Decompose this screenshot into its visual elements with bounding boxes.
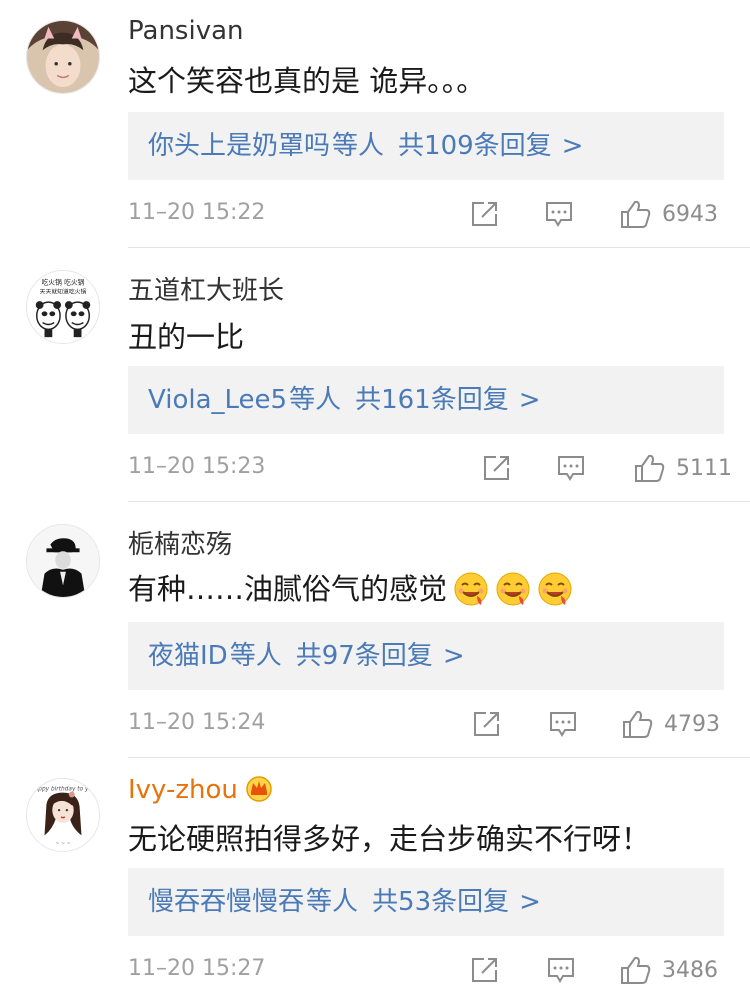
reply-count[interactable]: 共97条回复 — [296, 641, 433, 671]
share-icon — [472, 202, 497, 226]
comment-item: 栀楠恋殇 有种……油腻俗气的感觉 夜猫ID等人 共97条回复 > 11–20 15:… — [0, 502, 750, 758]
comment-icon — [550, 712, 576, 737]
comment-icon — [558, 456, 584, 481]
reply-names[interactable]: 夜猫ID — [148, 641, 228, 671]
reply-names[interactable]: 你头上是奶罩吗 — [148, 131, 330, 161]
username-text[interactable]: Ivy-zhou — [128, 775, 238, 805]
share-button[interactable] — [470, 950, 500, 990]
reply-names[interactable]: 慢吞吞慢慢吞 — [148, 887, 304, 917]
comment-icon — [546, 202, 572, 227]
like-count: 3486 — [662, 957, 718, 983]
avatar[interactable] — [26, 20, 100, 94]
comment-icon — [548, 958, 574, 983]
reply-summary[interactable]: Viola_Lee5等人 共161条回复 > — [128, 366, 724, 434]
chevron-right-icon: > — [561, 131, 584, 161]
comment-meta: 11–20 15:22 6943 — [128, 194, 724, 234]
reply-suffix: 等人 — [332, 131, 385, 161]
share-button[interactable] — [482, 448, 512, 488]
username[interactable]: Pansivan — [128, 16, 244, 46]
thumbs-up-icon — [635, 454, 665, 482]
thumbs-up-icon — [623, 710, 653, 738]
timestamp: 11–20 15:24 — [128, 710, 266, 735]
comment-text: 有种……油腻俗气的感觉 — [128, 566, 573, 608]
share-icon — [474, 712, 499, 736]
reply-count[interactable]: 共53条回复 — [372, 887, 509, 917]
reply-summary[interactable]: 慢吞吞慢慢吞等人 共53条回复 > — [128, 868, 724, 936]
thumbs-up-icon — [621, 956, 651, 984]
reply-count[interactable]: 共161条回复 — [355, 385, 509, 415]
comment-text: 无论硬照拍得多好，走台步确实不行呀！ — [128, 822, 651, 856]
comment-button[interactable] — [546, 950, 576, 990]
comment-item: 吃火锅 吃火锅 天天就知道吃火锅 五道杠大班长 丑的一比 Viola_Lee5等… — [0, 248, 750, 502]
like-count: 5111 — [676, 455, 732, 481]
comment-button[interactable] — [548, 704, 578, 744]
reply-summary[interactable]: 夜猫ID等人 共97条回复 > — [128, 622, 724, 690]
thumbs-up-icon — [621, 200, 651, 228]
timestamp: 11–20 15:23 — [128, 454, 266, 479]
comment-item: Happy birthday to you ~ ~ ~ Ivy-zhou 无论硬… — [0, 758, 750, 998]
comment-button[interactable] — [544, 194, 574, 234]
timestamp: 11–20 15:27 — [128, 956, 266, 981]
username[interactable]: Ivy-zhou — [128, 774, 274, 805]
avatar[interactable] — [26, 524, 100, 598]
like-button[interactable]: 3486 — [620, 950, 718, 990]
share-icon — [472, 958, 497, 982]
chevron-right-icon: > — [519, 887, 541, 917]
svg-text:吃火锅 吃火锅: 吃火锅 吃火锅 — [42, 278, 85, 287]
like-button[interactable]: 6943 — [620, 194, 718, 234]
share-button[interactable] — [470, 194, 500, 234]
avatar[interactable]: Happy birthday to you ~ ~ ~ — [26, 778, 100, 852]
chevron-right-icon: > — [442, 641, 465, 671]
like-button[interactable]: 5111 — [634, 448, 732, 488]
crown-badge-icon — [246, 776, 272, 802]
comment-text: 这个笑容也真的是 诡异。。。 — [128, 64, 486, 98]
comment-item: Pansivan 这个笑容也真的是 诡异。。。 你头上是奶罩吗等人 共109条回复… — [0, 0, 750, 248]
share-icon — [484, 456, 509, 480]
comment-text-body: 有种……油腻俗气的感觉 — [128, 572, 448, 606]
chevron-right-icon: > — [518, 385, 541, 415]
reply-count[interactable]: 共109条回复 — [398, 131, 552, 161]
reply-suffix: 等人 — [306, 887, 359, 917]
avatar[interactable]: 吃火锅 吃火锅 天天就知道吃火锅 — [26, 270, 100, 344]
like-button[interactable]: 4793 — [622, 704, 720, 744]
comment-text: 丑的一比 — [128, 320, 245, 354]
comment-meta: 11–20 15:23 5111 — [128, 448, 732, 488]
share-button[interactable] — [472, 704, 502, 744]
comment-button[interactable] — [556, 448, 586, 488]
drooling-face-icon — [538, 572, 572, 606]
reply-suffix: 等人 — [229, 641, 282, 671]
username[interactable]: 五道杠大班长 — [128, 270, 284, 307]
comment-meta: 11–20 15:27 3486 — [128, 950, 724, 990]
drooling-face-icon — [496, 572, 530, 606]
timestamp: 11–20 15:22 — [128, 200, 266, 225]
svg-text:Happy birthday to you: Happy birthday to you — [30, 787, 96, 793]
comment-meta: 11–20 15:24 4793 — [128, 704, 724, 744]
reply-suffix: 等人 — [289, 385, 342, 415]
like-count: 6943 — [662, 201, 718, 227]
reply-names[interactable]: Viola_Lee5 — [148, 385, 287, 415]
username[interactable]: 栀楠恋殇 — [128, 524, 232, 561]
svg-text:~ ~ ~: ~ ~ ~ — [55, 841, 70, 847]
svg-text:天天就知道吃火锅: 天天就知道吃火锅 — [40, 287, 87, 295]
like-count: 4793 — [664, 711, 720, 737]
reply-summary[interactable]: 你头上是奶罩吗等人 共109条回复 > — [128, 112, 724, 180]
drooling-face-icon — [454, 572, 488, 606]
